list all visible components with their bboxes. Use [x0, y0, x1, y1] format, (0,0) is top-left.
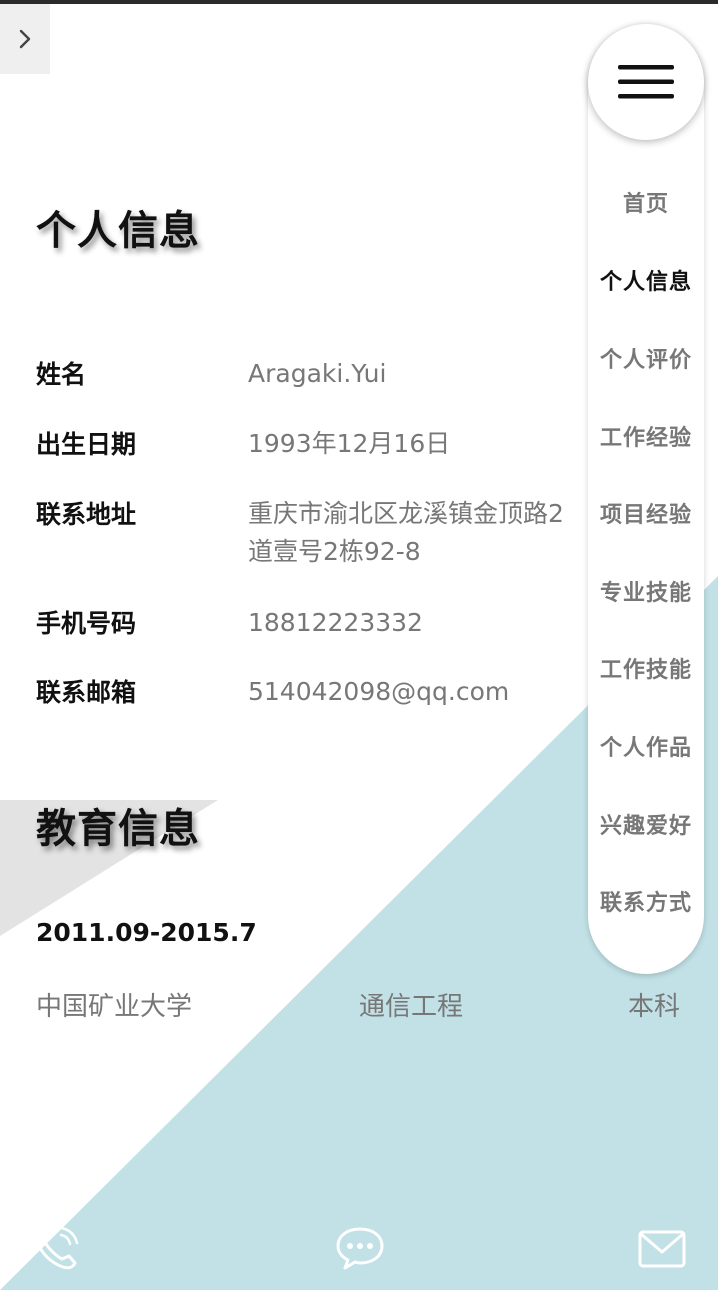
chat-button[interactable] — [334, 1222, 386, 1274]
menu-toggle-button[interactable] — [588, 24, 704, 140]
info-label: 联系地址 — [36, 500, 137, 529]
nav-item-project-experience[interactable]: 项目经验 — [588, 497, 704, 529]
education-degree: 本科 — [628, 992, 681, 1022]
chevron-right-icon — [19, 29, 31, 49]
info-value-line2: 道壹号2栋92-8 — [248, 537, 421, 566]
nav-item-home[interactable]: 首页 — [588, 186, 704, 218]
info-label: 手机号码 — [36, 609, 137, 638]
info-value: Aragaki.Yui — [248, 359, 387, 388]
hamburger-menu-icon — [618, 65, 674, 99]
education-period: 2011.09-2015.7 — [36, 918, 257, 947]
personal-info-title: 个人信息 — [36, 208, 200, 254]
info-label: 姓名 — [36, 360, 87, 389]
nav-item-hobbies[interactable]: 兴趣爱好 — [588, 808, 704, 840]
phone-icon — [34, 1226, 79, 1270]
expand-sidebar-button[interactable] — [0, 4, 50, 74]
info-value-line1: 重庆市渝北区龙溪镇金顶路2 — [248, 499, 564, 528]
info-value: 514042098@qq.com — [248, 677, 510, 706]
nav-item-personal-info[interactable]: 个人信息 — [588, 264, 704, 296]
mail-button[interactable] — [636, 1226, 688, 1272]
info-value: 18812223332 — [248, 608, 423, 637]
info-value: 1993年12月16日 — [248, 429, 451, 458]
education-info-title: 教育信息 — [36, 806, 200, 852]
side-navigation: 首页 个人信息 个人评价 工作经验 项目经验 专业技能 工作技能 个人作品 兴趣… — [588, 24, 704, 974]
info-label: 联系邮箱 — [36, 678, 137, 707]
phone-button[interactable] — [30, 1222, 82, 1274]
education-school: 中国矿业大学 — [36, 992, 193, 1022]
nav-item-self-evaluation[interactable]: 个人评价 — [588, 342, 704, 374]
nav-item-contact[interactable]: 联系方式 — [588, 885, 704, 917]
nav-item-work-experience[interactable]: 工作经验 — [588, 420, 704, 452]
education-major: 通信工程 — [359, 992, 464, 1022]
info-label: 出生日期 — [36, 430, 137, 459]
nav-item-professional-skills[interactable]: 专业技能 — [588, 575, 704, 607]
nav-item-portfolio[interactable]: 个人作品 — [588, 730, 704, 762]
nav-item-work-skills[interactable]: 工作技能 — [588, 652, 704, 684]
chat-bubble-icon — [336, 1227, 384, 1270]
mail-icon — [638, 1230, 686, 1268]
